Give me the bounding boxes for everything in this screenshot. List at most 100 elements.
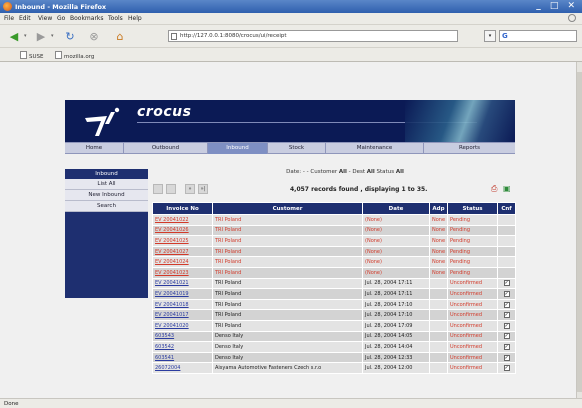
- col-date[interactable]: Date: [362, 202, 430, 215]
- menu-view[interactable]: View: [38, 15, 52, 22]
- sidebar-item-list-all[interactable]: List All: [65, 179, 148, 190]
- sidebar: Inbound List All New Inbound Search: [65, 169, 148, 298]
- invoice-link[interactable]: EV 20041023: [152, 266, 213, 279]
- date-cell: Jul. 28, 2004 17:10: [362, 309, 430, 321]
- bookmark-mozilla[interactable]: mozilla.org: [55, 51, 94, 60]
- home-button[interactable]: ⌂: [112, 29, 128, 44]
- adp-cell: [429, 341, 448, 353]
- date-cell: (None): [362, 235, 430, 247]
- stop-button[interactable]: ⊗: [86, 29, 102, 44]
- window-title: Inbound - Mozilla Firefox: [15, 3, 107, 11]
- prev-page-button[interactable]: [166, 184, 176, 194]
- forward-button[interactable]: ▶: [33, 29, 49, 44]
- confirm-checkbox[interactable]: ✓: [503, 312, 510, 319]
- nav-maintenance[interactable]: Maintenance: [326, 143, 424, 154]
- table-row[interactable]: EV 20041023 TRI Poland (None) None Pending: [152, 266, 516, 279]
- menu-edit[interactable]: Edit: [19, 15, 31, 22]
- first-page-button[interactable]: [153, 184, 163, 194]
- confirm-checkbox[interactable]: ✓: [503, 343, 510, 350]
- window-controls[interactable]: _ □ ✕: [536, 1, 578, 11]
- menu-go[interactable]: Go: [57, 15, 65, 22]
- menu-bookmarks[interactable]: Bookmarks: [70, 15, 104, 22]
- menu-help[interactable]: Help: [128, 15, 142, 22]
- invoice-link[interactable]: 603543: [152, 330, 213, 343]
- nav-home[interactable]: Home: [65, 143, 124, 154]
- confirm-checkbox[interactable]: ✓: [503, 301, 510, 308]
- date-cell: Jul. 28, 2004 14:05: [362, 330, 430, 343]
- print-icon[interactable]: ⎙: [491, 184, 497, 193]
- google-search-icon[interactable]: G: [502, 32, 508, 40]
- nav-outbound[interactable]: Outbound: [124, 143, 208, 154]
- next-page-button[interactable]: »: [185, 184, 195, 194]
- menu-file[interactable]: File: [4, 15, 14, 22]
- address-bar[interactable]: http://127.0.0.1:8080/crocus/ui/receipt: [168, 30, 458, 42]
- col-cnf[interactable]: Cnf: [497, 202, 516, 215]
- back-button[interactable]: ◀: [6, 29, 22, 44]
- confirm-checkbox[interactable]: ✓: [503, 280, 510, 287]
- invoice-link[interactable]: EV 20041019: [152, 288, 213, 300]
- col-customer[interactable]: Customer: [212, 202, 363, 215]
- table-row[interactable]: EV 20041017 TRI Poland Jul. 28, 2004 17:10…: [152, 309, 516, 321]
- invoice-link[interactable]: EV 20041021: [152, 277, 213, 290]
- table-row[interactable]: 603541 Denso Italy Jul. 28, 2004 12:33 Unco…: [152, 351, 516, 364]
- invoice-link[interactable]: EV 20041027: [152, 245, 213, 258]
- invoice-link[interactable]: EV 20041022: [152, 214, 213, 226]
- sidebar-item-new-inbound[interactable]: New Inbound: [65, 190, 148, 201]
- table-row[interactable]: 603543 Denso Italy Jul. 28, 2004 14:05 Unco…: [152, 330, 516, 343]
- table-row[interactable]: EV 20041018 TRI Poland Jul. 28, 2004 17:10…: [152, 298, 516, 311]
- invoice-link[interactable]: 603542: [152, 341, 213, 353]
- invoice-link[interactable]: EV 20041025: [152, 235, 213, 247]
- last-page-button[interactable]: »|: [198, 184, 208, 194]
- confirm-checkbox[interactable]: ✓: [503, 290, 510, 297]
- invoice-link[interactable]: EV 20041020: [152, 319, 213, 332]
- invoice-link[interactable]: EV 20041026: [152, 224, 213, 237]
- export-icon[interactable]: ▣: [503, 184, 511, 193]
- table-row[interactable]: 603542 Denso Italy Jul. 28, 2004 14:04 Unco…: [152, 341, 516, 353]
- confirm-checkbox[interactable]: ✓: [503, 365, 510, 372]
- nav-inbound[interactable]: Inbound: [208, 143, 268, 154]
- sidebar-header: Inbound: [65, 169, 148, 179]
- customer-cell: Denso Italy: [212, 351, 363, 364]
- status-cell: Pending: [447, 235, 498, 247]
- table-row[interactable]: EV 20041020 TRI Poland Jul. 28, 2004 17:09…: [152, 319, 516, 332]
- nav-reports[interactable]: Reports: [424, 143, 515, 154]
- address-dropdown-button[interactable]: ▾: [484, 30, 496, 42]
- table-row[interactable]: EV 20041027 TRI Poland (None) None Pending: [152, 245, 516, 258]
- table-row[interactable]: EV 20041021 TRI Poland Jul. 28, 2004 17:11…: [152, 277, 516, 290]
- reload-button[interactable]: ↻: [62, 29, 78, 44]
- bookmark-suse[interactable]: SUSE: [20, 51, 43, 60]
- confirm-checkbox[interactable]: ✓: [503, 322, 510, 329]
- col-adp[interactable]: Adp: [429, 202, 448, 215]
- col-invoice-no[interactable]: Invoice No: [152, 202, 213, 215]
- date-cell: (None): [362, 266, 430, 279]
- table-row[interactable]: EV 20041025 TRI Poland (None) None Pending: [152, 235, 516, 247]
- confirm-checkbox[interactable]: ✓: [503, 354, 510, 361]
- invoice-link[interactable]: EV 20041017: [152, 309, 213, 321]
- sidebar-item-search[interactable]: Search: [65, 201, 148, 212]
- crocus-logo-icon: [85, 107, 120, 136]
- invoice-link[interactable]: EV 20041018: [152, 298, 213, 311]
- table-row[interactable]: 26072004 Aisyama Automotive Fasteners Cze…: [152, 362, 516, 374]
- confirm-cell: ✓: [497, 309, 516, 321]
- back-dropdown-icon[interactable]: ▾: [24, 33, 27, 39]
- vertical-scrollbar[interactable]: [576, 62, 582, 398]
- table-row[interactable]: EV 20041022 TRI Poland (None) None Pending: [152, 214, 516, 226]
- invoice-link[interactable]: 603541: [152, 351, 213, 364]
- invoice-link[interactable]: 26072004: [152, 362, 213, 374]
- nav-stock[interactable]: Stock: [268, 143, 326, 154]
- invoice-link[interactable]: EV 20041024: [152, 256, 213, 268]
- confirm-cell: ✓: [497, 351, 516, 364]
- scrollbar-thumb[interactable]: [577, 72, 582, 392]
- col-status[interactable]: Status: [447, 202, 498, 215]
- date-cell: Jul. 28, 2004 12:00: [362, 362, 430, 374]
- filter-status-value: All: [395, 169, 404, 175]
- table-row[interactable]: EV 20041019 TRI Poland Jul. 28, 2004 17:11…: [152, 288, 516, 300]
- address-text[interactable]: http://127.0.0.1:8080/crocus/ui/receipt: [180, 33, 287, 39]
- table-row[interactable]: EV 20041026 TRI Poland (None) None Pending: [152, 224, 516, 237]
- menu-tools[interactable]: Tools: [108, 15, 123, 22]
- search-input[interactable]: G: [499, 30, 577, 42]
- filter-customer-label: - Customer: [306, 169, 338, 175]
- table-row[interactable]: EV 20041024 TRI Poland (None) None Pending: [152, 256, 516, 268]
- confirm-checkbox[interactable]: ✓: [503, 333, 510, 340]
- forward-dropdown-icon[interactable]: ▾: [51, 33, 54, 39]
